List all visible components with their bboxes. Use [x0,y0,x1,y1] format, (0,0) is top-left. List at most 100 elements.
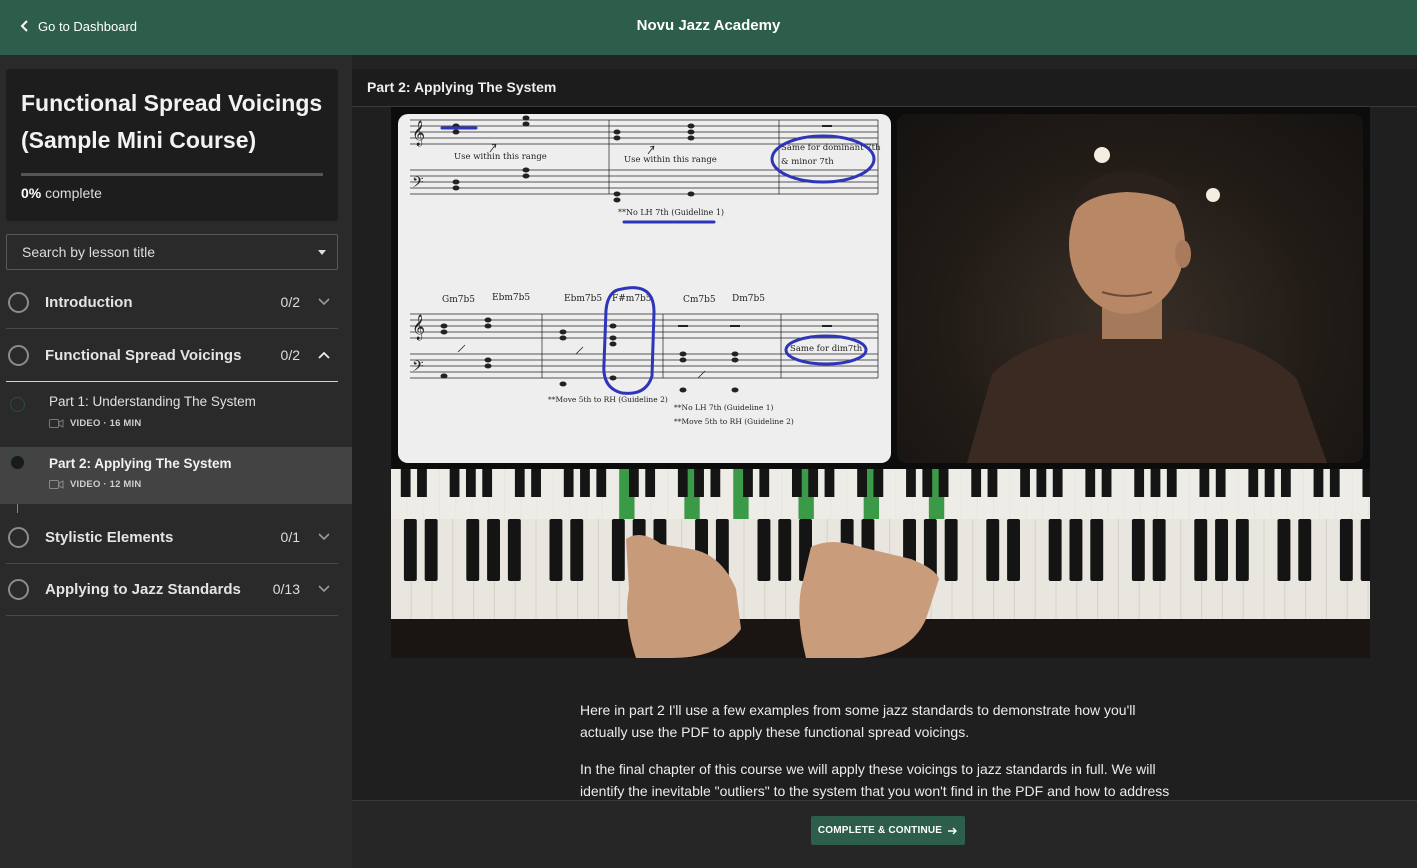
svg-text:𝄞: 𝄞 [412,314,425,340]
chevron-down-icon[interactable] [318,533,330,541]
piano-rear-black-key [1085,469,1096,497]
svg-text:𝄢: 𝄢 [412,358,424,379]
piano-black-key [778,519,792,581]
section-status-circle-icon [8,291,29,313]
sheet-chord-4: F#m7b5 [612,294,652,304]
instructor-camera-panel [897,114,1363,463]
piano-rear-black-key [531,469,541,497]
piano-black-key [424,519,438,581]
section-functional-spread-voicings[interactable]: Functional Spread Voicings 0/2 [6,329,338,382]
lesson-item-part-1[interactable]: Part 1: Understanding The System VIDEO ·… [0,383,352,440]
section-stylistic-elements[interactable]: Stylistic Elements 0/1 [6,511,338,564]
piano-rear-black-key [971,469,982,497]
svg-text:𝄞: 𝄞 [412,120,425,146]
chevron-up-icon[interactable] [318,351,330,359]
piano-rear-black-key [922,469,933,497]
piano-rear-black-key [1313,469,1324,497]
piano-rear-black-key [417,469,427,497]
lesson-title: Part 1: Understanding The System [49,394,256,409]
piano-rear-black-key [596,469,607,497]
piano-black-key [1069,519,1083,581]
lesson-title: Part 2: Applying The System [49,456,232,471]
svg-text:𝄢: 𝄢 [412,174,424,195]
lesson-status-dot-icon [10,455,25,470]
top-bar: Go to Dashboard Novu Jazz Academy [0,0,1417,55]
piano-rear-black-key [873,469,884,497]
sheet-text-dim: Same for dim7th [790,344,863,354]
piano-rear-black-key [743,469,753,497]
piano-rear-black-key [710,469,721,497]
piano-keyboard-view [391,469,1370,658]
piano-rear-black-key [759,469,770,497]
complete-and-continue-button[interactable]: COMPLETE & CONTINUE [811,816,965,845]
course-progress-text: 0% complete [21,185,102,201]
lesson-search-select[interactable]: Search by lesson title [6,234,338,270]
piano-keyboard-drawing [391,469,1370,658]
lesson-header-title: Part 2: Applying The System [367,79,557,95]
sheet-chord-6: Dm7b5 [732,294,765,304]
piano-rear-black-key [677,469,688,497]
piano-rear-black-key [1199,469,1210,497]
section-count: 0/1 [280,529,300,545]
lesson-meta-text: VIDEO · 16 MIN [70,418,142,429]
chevron-down-icon[interactable] [318,298,330,306]
piano-rear-black-key [563,469,574,497]
section-title: Stylistic Elements [45,528,174,546]
piano-black-key [1048,519,1062,581]
piano-black-key [549,519,563,581]
lesson-meta-text: VIDEO · 12 MIN [70,479,142,490]
section-introduction[interactable]: Introduction 0/2 [6,276,338,329]
piano-black-key [1235,519,1249,581]
piano-rear-black-key [1020,469,1030,497]
piano-rear-black-key [628,469,639,497]
piano-rear-black-key [1248,469,1259,497]
piano-rear-black-key [1134,469,1145,497]
piano-rear-black-key [580,469,590,497]
section-applying-to-jazz-standards[interactable]: Applying to Jazz Standards 0/13 [6,563,338,616]
piano-rear-black-key [1150,469,1161,497]
piano-black-key [403,519,417,581]
piano-rear-black-key [400,469,411,497]
piano-rear-black-key [987,469,998,497]
instructor-illustration [967,147,1327,463]
lesson-footer: COMPLETE & CONTINUE [352,800,1417,868]
piano-black-key [1194,519,1208,581]
progress-suffix: complete [45,185,102,201]
lesson-main-panel: Part 2: Applying The System 𝄞 𝄢 𝄞 𝄢 Use … [352,69,1417,868]
section-status-circle-icon [8,344,29,366]
piano-black-key [1215,519,1228,581]
section-title: Introduction [45,293,133,311]
course-sidebar: Functional Spread Voicings (Sample Mini … [0,55,352,868]
section-status-circle-icon [8,578,29,600]
piano-black-key [507,519,521,581]
sheet-text-move-5th-2: **Move 5th to RH (Guideline 2) [674,417,794,426]
piano-black-key [1131,519,1145,581]
piano-rear-black-key [1036,469,1047,497]
sheet-text-no-lh-1: **No LH 7th (Guideline 1) [618,208,724,217]
piano-rear-black-key [791,469,802,497]
piano-rear-black-key [1362,469,1370,497]
video-player[interactable]: 𝄞 𝄢 𝄞 𝄢 Use within this range Use within… [391,107,1370,658]
sheet-music-drawing: 𝄞 𝄢 𝄞 𝄢 Use within this range Use within… [410,115,881,426]
piano-black-key [466,519,480,581]
course-progress-bar [21,173,323,176]
caret-down-icon [318,250,326,255]
piano-black-key [487,519,500,581]
sheet-text-no-lh-2: **No LH 7th (Guideline 1) [674,403,773,412]
sheet-chord-5: Cm7b5 [683,295,716,305]
piano-black-key [944,519,958,581]
section-count: 0/2 [280,294,300,310]
piano-black-key [1298,519,1312,581]
sheet-text-use-range-2: Use within this range [624,155,717,165]
piano-rear-black-key [694,469,704,497]
piano-rear-black-key [857,469,867,497]
description-paragraph: In the final chapter of this course we w… [580,761,1170,799]
lesson-item-part-2[interactable]: Part 2: Applying The System VIDEO · 12 M… [0,447,352,504]
chevron-down-icon[interactable] [318,585,330,593]
video-camera-icon [49,480,64,489]
piano-rear-black-key [1052,469,1063,497]
section-count: 0/2 [280,347,300,363]
sheet-chord-2: Ebm7b5 [492,293,530,303]
piano-black-key [986,519,1000,581]
arrow-right-icon [948,827,958,834]
